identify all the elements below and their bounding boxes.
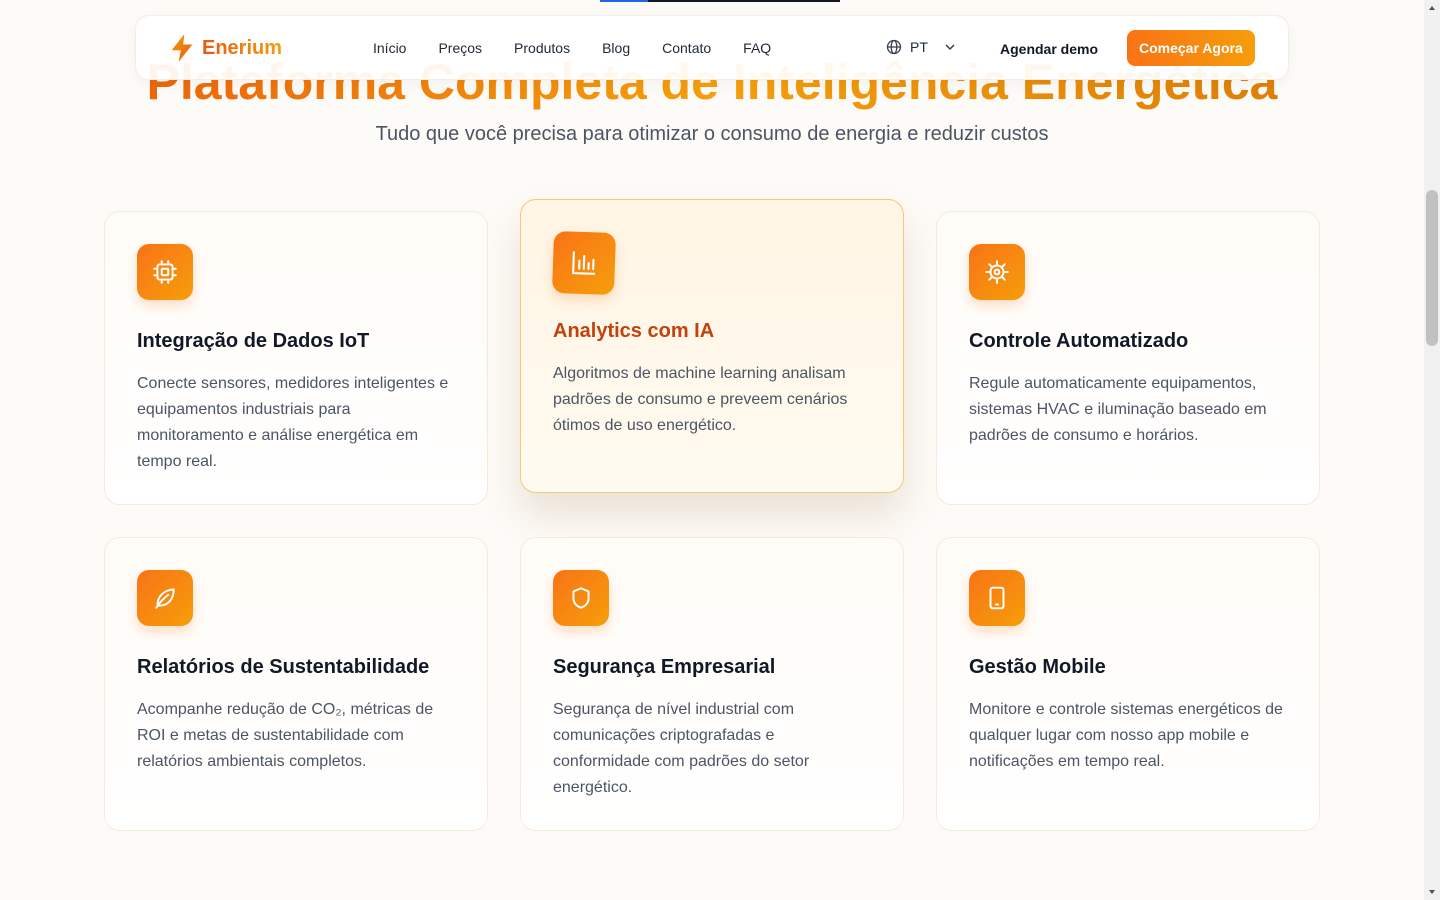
chevron-down-icon xyxy=(945,44,955,51)
section-subtitle: Tudo que você precisa para otimizar o co… xyxy=(375,123,1049,145)
feature-title: Relatórios de Sustentabilidade xyxy=(137,656,430,678)
feature-title: Controle Automatizado xyxy=(969,330,1189,352)
feature-description: Algoritmos de machine learning analisam … xyxy=(553,365,848,434)
get-started-button[interactable]: Começar Agora xyxy=(1127,30,1255,66)
bar-chart-icon xyxy=(572,251,596,275)
smartphone-icon xyxy=(989,586,1005,610)
feature-description: Acompanhe redução de CO₂, métricas de RO… xyxy=(137,701,434,770)
lightning-bolt-icon xyxy=(171,34,193,62)
globe-icon xyxy=(886,39,902,55)
page-loading-bar xyxy=(600,0,840,2)
feature-card-security: Segurança Empresarial Segurança de nível… xyxy=(520,537,904,831)
gear-icon xyxy=(985,260,1009,284)
brand-name: Enerium xyxy=(202,36,283,59)
nav-link-faq[interactable]: FAQ xyxy=(743,40,771,56)
feature-card-automation: Controle Automatizado Regule automaticam… xyxy=(936,211,1320,505)
feature-description: Regule automaticamente equipamentos, sis… xyxy=(969,375,1267,444)
scroll-up-arrow-icon[interactable] xyxy=(1424,0,1440,16)
schedule-demo-link[interactable]: Agendar demo xyxy=(1000,41,1098,57)
feature-card-sustainability: Relatórios de Sustentabilidade Acompanhe… xyxy=(104,537,488,831)
nav-link-produtos[interactable]: Produtos xyxy=(514,40,570,56)
language-code: PT xyxy=(910,39,928,55)
nav-link-inicio[interactable]: Início xyxy=(373,40,406,56)
chip-icon xyxy=(153,260,177,284)
feature-title: Gestão Mobile xyxy=(969,656,1106,678)
shield-icon xyxy=(572,587,590,609)
scrollbar-thumb[interactable] xyxy=(1426,190,1438,346)
nav-link-precos[interactable]: Preços xyxy=(438,40,482,56)
page-scrollbar[interactable] xyxy=(1424,0,1440,900)
feature-card-iot: Integração de Dados IoT Conecte sensores… xyxy=(104,211,488,505)
navbar: Enerium Início Preços Produtos Blog Cont… xyxy=(135,15,1289,80)
feature-card-analytics: Analytics com IA Algoritmos de machine l… xyxy=(520,199,904,493)
feature-title: Integração de Dados IoT xyxy=(137,330,370,352)
feature-description: Conecte sensores, medidores inteligentes… xyxy=(137,375,449,470)
feature-description: Segurança de nível industrial com comuni… xyxy=(553,701,810,796)
scroll-down-arrow-icon[interactable] xyxy=(1424,884,1440,900)
feature-title: Analytics com IA xyxy=(553,320,715,342)
feature-description: Monitore e controle sistemas energéticos… xyxy=(969,701,1283,770)
leaf-icon xyxy=(155,588,175,609)
feature-card-mobile: Gestão Mobile Monitore e controle sistem… xyxy=(936,537,1320,831)
nav-link-blog[interactable]: Blog xyxy=(602,40,630,56)
feature-title: Segurança Empresarial xyxy=(553,656,776,678)
brand-logo-link[interactable]: Enerium xyxy=(168,33,282,63)
nav-link-contato[interactable]: Contato xyxy=(662,40,711,56)
language-selector[interactable]: PT xyxy=(886,39,958,55)
main-nav: Início Preços Produtos Blog Contato FAQ xyxy=(373,40,771,56)
